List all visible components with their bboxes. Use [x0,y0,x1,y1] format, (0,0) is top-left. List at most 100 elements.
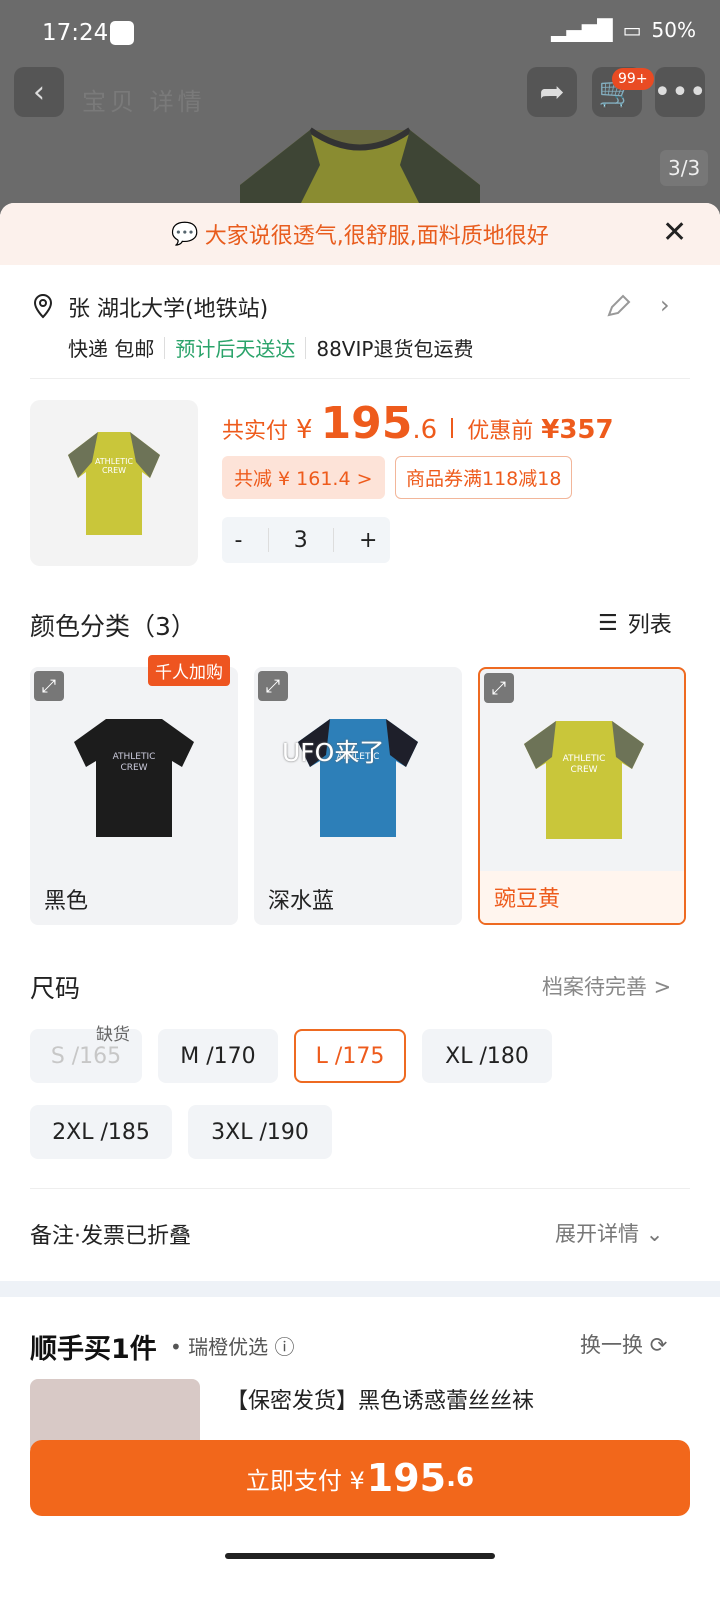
shirt-blue-image: ATHLETIC [298,719,418,837]
addon-store: • 瑞橙优选 [170,1335,269,1359]
quantity-stepper: - 3 + [222,517,390,563]
color-option-label: 深水蓝 [268,889,335,914]
color-option-label: 黑色 [44,889,89,914]
status-bar: 17:24 ▂▄▆█ ▭ 50% [0,0,720,64]
image-pager: 3/3 [660,150,709,186]
color-option-black[interactable]: ⤢ ATHLETIC CREW 黑色 [30,667,238,925]
home-indicator[interactable] [225,1553,495,1559]
more-button[interactable]: ••• [653,67,707,117]
currency-symbol: ¥ [296,415,313,445]
close-icon[interactable]: ✕ [662,218,692,249]
review-banner: 💬 大家说很透气,很舒服,面料质地很好 [0,203,720,265]
app-notification-icon [110,21,134,45]
chevron-left-icon: ‹ [33,74,45,110]
shipping-method: 快递 包邮 [68,337,155,361]
expand-label: 展开详情 [555,1222,639,1246]
zoom-icon[interactable]: ⤢ [34,671,64,701]
pay-now-button[interactable]: 立即支付 ¥ 195 .6 [30,1440,690,1516]
addon-section-title: 顺手买1件 [30,1334,157,1365]
price-row: 共实付 ¥ 195.6 优惠前 ¥357 [222,398,614,449]
zoom-icon[interactable]: ⤢ [484,673,514,703]
divider [267,528,269,552]
shirt-print-1: ATHLETIC [563,754,606,764]
size-profile-link[interactable]: 档案待完善 > [542,971,671,1001]
cart-badge: 99+ [612,68,654,90]
shirt-print-2: CREW [102,466,126,475]
product-shirt-image: ATHLETIC CREW [68,432,160,535]
addon-item-image[interactable] [30,1379,200,1449]
swap-label: 换一换 [580,1333,643,1357]
addon-section-sub: • 瑞橙优选 ⓘ [170,1331,295,1360]
delivery-eta: 预计后天送达 [175,337,296,361]
divider [30,1188,690,1189]
status-icons: ▂▄▆█ ▭ 50% [551,18,696,42]
color-option-navy[interactable]: ⤢ ATHLETIC 深水蓝 [254,667,462,925]
location-pin-icon [33,293,53,319]
price-integer: 195 [320,398,413,449]
coupon-tag: 商品券满118减18 [395,456,573,499]
address-line[interactable]: 张 湖北大学(地铁站) [68,291,268,323]
addon-item-title[interactable]: 【保密发货】黑色诱惑蕾丝丝袜 [226,1383,534,1415]
pay-label: 立即支付 ¥ [245,1466,365,1495]
edit-icon[interactable] [604,293,632,321]
color-option-label: 豌豆黄 [480,871,684,923]
battery-icon: ▭ [622,18,642,42]
discount-tag[interactable]: 共减 ¥ 161.4 > [222,456,385,499]
pay-label: 共实付 [222,419,289,444]
size-option-l-selected[interactable]: L /175 [294,1029,406,1083]
color-option-yellow-selected[interactable]: ⤢ ATHLETIC CREW 豌豆黄 [478,667,686,925]
chat-icon: 💬 [171,221,199,247]
notes-title: 备注·发票已折叠 [30,1224,191,1249]
before-label: 优惠前 [467,419,534,444]
price-decimal: .6 [412,415,438,445]
list-view-button[interactable]: ☰ 列表 [598,607,672,639]
size-section-title: 尺码 [30,974,81,1003]
pay-amount: 195 [366,1456,447,1500]
share-button[interactable]: ➦ [527,67,577,117]
expand-details-button[interactable]: 展开详情 ⌄ [555,1218,663,1248]
help-icon[interactable]: ⓘ [275,1335,295,1359]
divider [30,378,690,379]
size-option-m[interactable]: M /170 [158,1029,278,1083]
chevron-right-icon[interactable]: › [660,291,670,319]
size-option-2xl[interactable]: 2XL /185 [30,1105,172,1159]
shirt-yellow-image: ATHLETIC CREW [524,721,644,839]
color-section-title: 颜色分类（3） [30,612,196,641]
shirt-black-image: ATHLETIC CREW [74,719,194,837]
sku-sheet: 💬 大家说很透气,很舒服,面料质地很好 ✕ 张 湖北大学(地铁站) › 快递 包… [0,203,720,1600]
qty-value[interactable]: 3 [294,528,308,553]
zoom-icon[interactable]: ⤢ [258,671,288,701]
watermark-overlay: UFO来了 [282,738,385,767]
back-button[interactable]: ‹ [14,67,64,117]
qty-minus-button[interactable]: - [235,528,243,553]
out-of-stock-label: 缺货 [96,1025,130,1045]
swap-button[interactable]: 换一换 ⟳ [580,1329,667,1359]
shirt-print-1: ATHLETIC [113,752,156,762]
battery-level: 50% [651,18,696,42]
list-icon: ☰ [598,610,618,636]
vip-return: 88VIP退货包运费 [316,337,474,361]
list-label: 列表 [627,613,672,638]
pay-amount-decimal: .6 [446,1463,475,1493]
status-time: 17:24 [42,20,109,46]
hot-tag: 千人加购 [148,655,230,686]
page-title: 宝贝 详情 [82,88,206,116]
refresh-icon: ⟳ [649,1333,668,1357]
before-price: ¥357 [541,415,614,445]
shirt-print-2: CREW [120,763,147,773]
signal-icon: ▂▄▆█ [551,18,613,42]
shirt-print-1: ATHLETIC [95,457,134,466]
product-thumbnail[interactable]: ATHLETIC CREW [30,400,198,566]
divider [451,418,454,438]
shipping-info: 快递 包邮 预计后天送达 88VIP退货包运费 [68,333,473,362]
size-option-3xl[interactable]: 3XL /190 [188,1105,332,1159]
section-separator [0,1281,720,1297]
review-text: 大家说很透气,很舒服,面料质地很好 [204,224,549,249]
share-icon: ➦ [539,74,565,110]
chevron-down-icon: ⌄ [645,1222,664,1246]
divider [305,336,307,359]
qty-plus-button[interactable]: + [359,528,377,553]
size-option-xl[interactable]: XL /180 [422,1029,552,1083]
shirt-print-2: CREW [570,765,597,775]
divider [332,528,334,552]
